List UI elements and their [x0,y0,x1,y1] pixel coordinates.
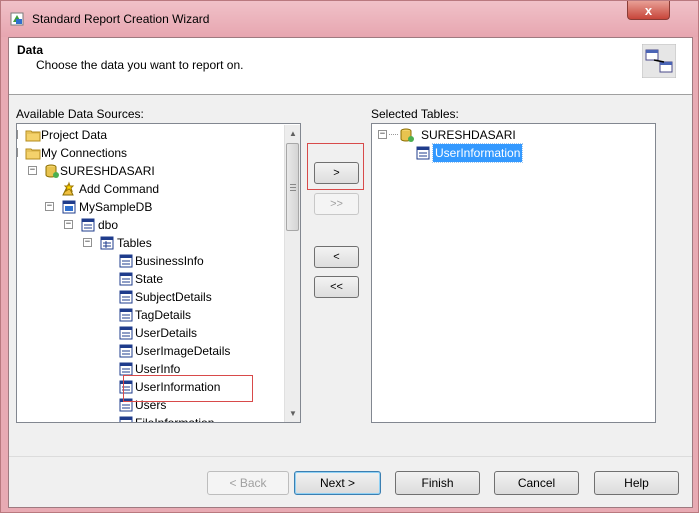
tree-node[interactable]: BusinessInfo [17,252,283,270]
tree-node-label: Project Data [41,128,108,142]
selected-tables-label: Selected Tables: [371,107,459,121]
collapse-icon[interactable]: − [378,130,387,139]
table-icon [119,416,133,422]
tree-node[interactable]: − dbo [17,216,283,234]
help-button[interactable]: Help [594,471,679,495]
tree-node-label: Tables [117,236,152,250]
tree-node[interactable]: FileInformation [17,414,283,423]
tree-node-label: Add Command [79,182,160,196]
tree-node[interactable]: SubjectDetails [17,288,283,306]
tree-node-selected-table[interactable]: UserInformation [372,143,652,163]
footer-divider [9,456,692,457]
wizard-body: Data Choose the data you want to report … [8,37,693,508]
tree-node-label: dbo [98,218,119,232]
add-all-button[interactable]: >> [314,193,359,215]
tree-node[interactable]: UserDetails [17,324,283,342]
back-button[interactable]: < Back [207,471,289,495]
database-server-icon [400,128,414,142]
available-sources-tree[interactable]: +Project Data−My Connections−SURESHDASAR… [16,123,301,423]
tree-node[interactable]: + Project Data [17,126,283,144]
tree-node-label: State [135,272,164,286]
tree-node-label: My Connections [41,146,128,160]
tree-node-label: UserImageDetails [135,344,231,358]
available-sources-label: Available Data Sources: [16,107,144,121]
table-icon [119,326,133,340]
tree-node[interactable]: − My Connections [17,144,283,162]
collapse-icon[interactable]: − [64,220,73,229]
tree-node[interactable]: − Tables [17,234,283,252]
tree-node-label: MySampleDB [79,200,153,214]
finish-button[interactable]: Finish [395,471,480,495]
remove-all-button[interactable]: << [314,276,359,298]
add-command-icon [62,181,75,196]
tree-node[interactable]: Add Command [17,180,283,198]
data-link-icon [642,44,676,78]
tables-icon [100,236,114,250]
collapse-icon[interactable]: − [45,202,54,211]
table-icon [119,344,133,358]
selected-tables-tree[interactable]: − SURESHDASARI UserInformation [371,123,656,423]
selected-server-label: SURESHDASARI [421,128,516,142]
window-title: Standard Report Creation Wizard [32,12,210,26]
table-icon [416,146,430,160]
scroll-down-icon[interactable]: ▼ [285,405,300,422]
database-icon [62,200,76,214]
page-title: Data [17,43,44,57]
wizard-header: Data Choose the data you want to report … [9,38,692,95]
scroll-up-icon[interactable]: ▲ [285,125,300,142]
title-bar[interactable]: Standard Report Creation Wizard x [1,1,698,37]
cancel-button[interactable]: Cancel [494,471,579,495]
tree-node-server[interactable]: − SURESHDASARI [372,126,652,144]
table-icon [119,290,133,304]
app-icon [10,12,24,26]
scroll-thumb[interactable] [286,143,299,231]
tree-node[interactable]: − SURESHDASARI [17,162,283,180]
tree-node[interactable]: UserImageDetails [17,342,283,360]
tree-node-label: BusinessInfo [135,254,204,268]
highlight-userinformation [123,375,253,402]
tree-node[interactable]: State [17,270,283,288]
highlight-add-button [307,143,364,190]
page-subtitle: Choose the data you want to report on. [36,58,244,72]
tree-node-label: SubjectDetails [135,290,212,304]
schema-icon [81,218,95,232]
collapse-icon[interactable]: − [83,238,92,247]
close-button[interactable]: x [627,1,670,20]
tree-node-label: SURESHDASARI [60,164,155,178]
table-icon [119,272,133,286]
next-button[interactable]: Next > [294,471,381,495]
table-icon [119,254,133,268]
vertical-scrollbar[interactable]: ▲ ▼ [284,125,300,422]
table-icon [119,308,133,322]
wizard-window: Standard Report Creation Wizard x Data C… [0,0,699,513]
tree-node-label: TagDetails [135,308,192,322]
expand-icon[interactable]: + [17,130,18,139]
tree-node-label: FileInformation [135,416,215,423]
tree-node-label: UserDetails [135,326,198,340]
selected-table-label[interactable]: UserInformation [431,143,524,163]
tree-node[interactable]: − MySampleDB [17,198,283,216]
collapse-icon[interactable]: − [28,166,37,175]
tree-node[interactable]: TagDetails [17,306,283,324]
remove-table-button[interactable]: < [314,246,359,268]
collapse-icon[interactable]: − [17,148,18,157]
